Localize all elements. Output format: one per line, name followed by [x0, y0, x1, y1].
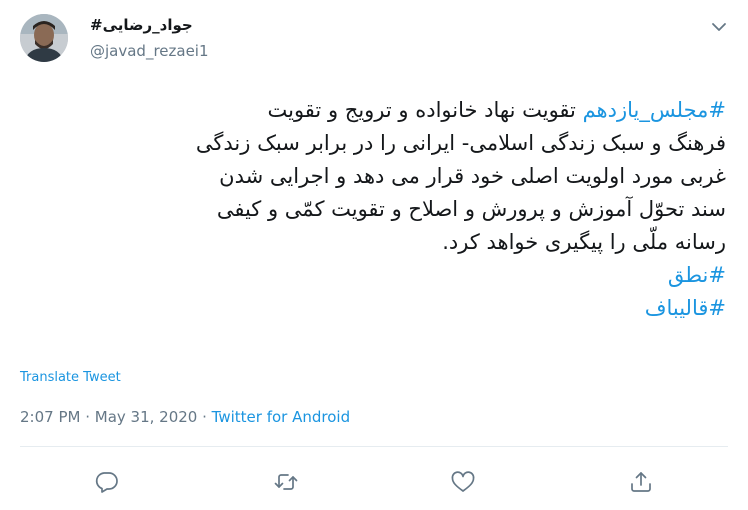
- tweet-source[interactable]: Twitter for Android: [212, 408, 350, 426]
- tweet-line: #قالیباف: [26, 292, 726, 325]
- share-icon[interactable]: [628, 470, 654, 494]
- avatar[interactable]: [20, 14, 68, 62]
- hashtag-link[interactable]: #قالیباف: [645, 296, 726, 320]
- avatar-image: [20, 14, 68, 62]
- tweet-line: #مجلس_یازدهم تقویت نهاد خانواده و ترویج …: [26, 94, 726, 127]
- tweet-text: #مجلس_یازدهم تقویت نهاد خانواده و ترویج …: [26, 94, 726, 325]
- tweet-time[interactable]: 2:07 PM: [20, 408, 80, 426]
- meta-separator: ·: [197, 408, 212, 426]
- tweet-line: سند تحوّل آموزش و پرورش و اصلاح و تقویت …: [26, 193, 726, 226]
- divider: [20, 446, 728, 447]
- tweet-line: فرهنگ و سبک زندگی اسلامی- ایرانی را در ب…: [26, 127, 726, 160]
- hashtag-link[interactable]: #مجلس_یازدهم: [583, 98, 726, 122]
- chevron-down-icon[interactable]: [708, 16, 730, 38]
- tweet-text-segment: فرهنگ و سبک زندگی اسلامی- ایرانی را در ب…: [195, 131, 726, 155]
- tweet-date[interactable]: May 31, 2020: [95, 408, 198, 426]
- tweet-text-segment: غربی مورد اولویت اصلی خود قرار می دهد و …: [219, 164, 726, 188]
- tweet-text-segment: تقویت نهاد خانواده و ترویج و تقویت: [267, 98, 583, 122]
- user-handle[interactable]: @javad_rezaei1: [90, 42, 209, 60]
- reply-icon[interactable]: [94, 470, 120, 494]
- translate-tweet-link[interactable]: Translate Tweet: [20, 370, 121, 385]
- heart-icon[interactable]: [450, 470, 476, 494]
- tweet-text-segment: رسانه ملّی را پیگیری خواهد کرد.: [442, 230, 726, 254]
- user-display-name[interactable]: #جواد_رضایی: [90, 16, 193, 34]
- tweet-text-segment: سند تحوّل آموزش و پرورش و اصلاح و تقویت …: [216, 197, 726, 221]
- tweet-line: غربی مورد اولویت اصلی خود قرار می دهد و …: [26, 160, 726, 193]
- retweet-icon[interactable]: [273, 470, 299, 494]
- hashtag-link[interactable]: #نطق: [668, 263, 726, 287]
- tweet-line: #نطق: [26, 259, 726, 292]
- meta-separator: ·: [80, 408, 95, 426]
- tweet-line: رسانه ملّی را پیگیری خواهد کرد.: [26, 226, 726, 259]
- tweet-meta: 2:07 PM · May 31, 2020 · Twitter for And…: [20, 408, 350, 426]
